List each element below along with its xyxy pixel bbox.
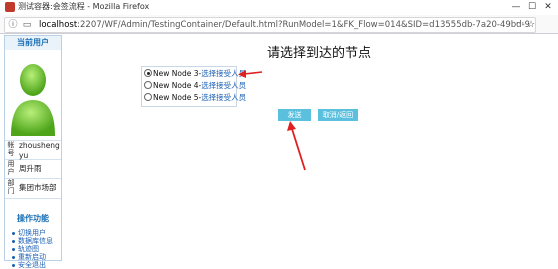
annotation-arrows	[238, 70, 306, 171]
arrow-icon	[287, 121, 306, 171]
arrow-icon	[238, 70, 263, 78]
